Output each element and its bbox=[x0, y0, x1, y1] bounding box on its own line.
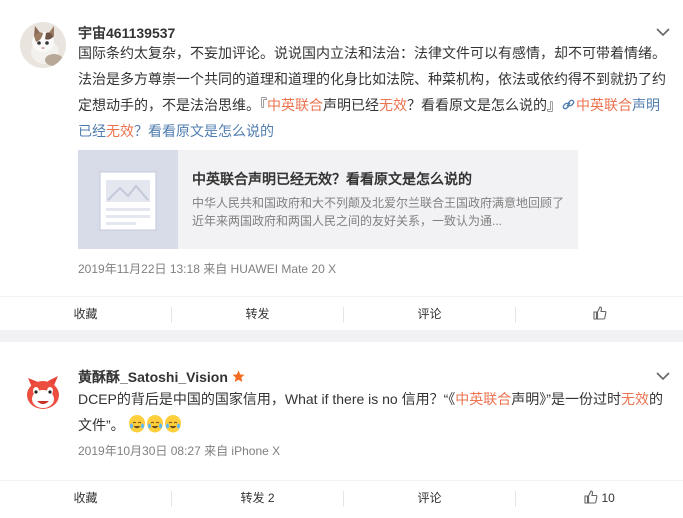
chevron-down-icon[interactable] bbox=[656, 371, 670, 381]
user-avatar[interactable] bbox=[20, 368, 66, 414]
action-bar: 收藏 转发 评论 bbox=[0, 296, 683, 330]
collect-button[interactable]: 收藏 bbox=[0, 481, 171, 515]
repost-button[interactable]: 转发 2 bbox=[172, 481, 343, 515]
post-text-segment: ？看看原文是怎么说的』 bbox=[407, 97, 561, 113]
article-thumbnail bbox=[78, 150, 178, 249]
article-link-card[interactable]: 中英联合声明已经无效？看看原文是怎么说的 中华人民共和国政府和大不列颠及北爱尔兰… bbox=[78, 150, 578, 249]
weibo-post-card: 宇宙461139537 国际条约太复杂，不妄加评论。说说国内立法和法治：法律文件… bbox=[0, 0, 683, 330]
thumbs-up-icon bbox=[592, 306, 606, 320]
document-placeholder-icon bbox=[99, 171, 157, 231]
kitten-avatar-icon bbox=[20, 22, 66, 68]
keyword-highlight: 中英联合 bbox=[576, 97, 632, 113]
laugh-cry-emoji-icon bbox=[128, 415, 145, 433]
post-timestamp-source: 2019年11月22日 13:18 来自 HUAWEI Mate 20 X bbox=[78, 262, 337, 276]
comment-button[interactable]: 评论 bbox=[344, 297, 515, 331]
repost-button[interactable]: 转发 bbox=[172, 297, 343, 331]
link-icon bbox=[562, 99, 575, 110]
thumbs-up-icon bbox=[584, 490, 598, 504]
post-text-segment: DCEP的背后是中国的国家信用，What if there is no 信用？“… bbox=[78, 391, 456, 407]
keyword-highlight: 无效 bbox=[106, 123, 134, 139]
keyword-highlight[interactable]: 无效 bbox=[621, 391, 649, 407]
keyword-highlight[interactable]: 中英联合 bbox=[455, 391, 511, 407]
username[interactable]: 黄酥酥_Satoshi_Vision bbox=[78, 367, 245, 387]
link-text: ？看看原文是怎么说的 bbox=[134, 123, 274, 139]
laugh-cry-emoji-icon bbox=[164, 415, 181, 433]
link-card-description: 中华人民共和国政府和大不列颠及北爱尔兰联合王国政府满意地回顾了近年来两国政府和两… bbox=[192, 196, 565, 228]
action-bar: 收藏 转发 2 评论 10 bbox=[0, 480, 683, 514]
link-card-title: 中英联合声明已经无效？看看原文是怎么说的 bbox=[192, 171, 472, 187]
post-text-segment: 声明已经 bbox=[323, 97, 379, 113]
star-badge-icon bbox=[232, 370, 245, 382]
comment-button[interactable]: 评论 bbox=[344, 481, 515, 515]
post-timestamp-source: 2019年10月30日 08:27 来自 iPhone X bbox=[78, 444, 281, 458]
keyword-highlight: 中英联合 bbox=[267, 97, 323, 113]
chevron-down-icon[interactable] bbox=[656, 27, 670, 37]
post-text-segment: 声明》”是一份过时 bbox=[511, 391, 621, 407]
post-text: 国际条约太复杂，不妄加评论。说说国内立法和法治：法律文件可以有感情，却不可带着情… bbox=[78, 40, 668, 144]
like-button[interactable] bbox=[516, 297, 683, 331]
like-button[interactable]: 10 bbox=[516, 481, 683, 515]
collect-button[interactable]: 收藏 bbox=[0, 297, 171, 331]
laugh-cry-emoji-icon bbox=[146, 415, 163, 433]
like-count: 10 bbox=[601, 491, 615, 505]
keyword-highlight: 无效 bbox=[379, 97, 407, 113]
username-text: 黄酥酥_Satoshi_Vision bbox=[78, 369, 228, 385]
weibo-post-card: 黄酥酥_Satoshi_Vision DCEP的背后是中国的国家信用，What … bbox=[0, 342, 683, 518]
cartoon-fox-avatar-icon bbox=[20, 368, 66, 414]
user-avatar[interactable] bbox=[20, 22, 66, 68]
post-text: DCEP的背后是中国的国家信用，What if there is no 信用？“… bbox=[78, 386, 668, 438]
